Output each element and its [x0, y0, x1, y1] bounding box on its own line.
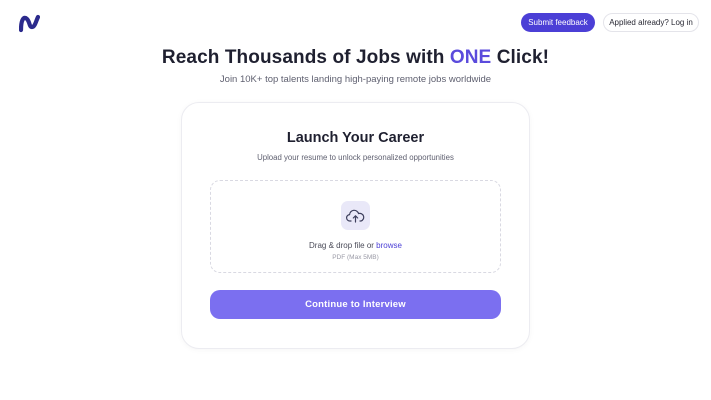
hero-title-accent: ONE	[449, 47, 492, 68]
submit-feedback-button[interactable]: Submit feedback	[521, 13, 595, 32]
brand-logo[interactable]	[19, 13, 40, 33]
continue-to-interview-button[interactable]: Continue to Interview	[210, 290, 501, 319]
login-button[interactable]: Applied already? Log in	[603, 13, 699, 32]
hero-title: Reach Thousands of Jobs with ONE Click!	[0, 47, 711, 69]
hero-subtitle: Join 10K+ top talents landing high-payin…	[219, 74, 492, 85]
dropzone-text: Drag & drop file or browse	[0, 241, 711, 250]
cloud-upload-icon	[346, 209, 365, 223]
hero-title-after: Click!	[491, 47, 550, 68]
file-hint: PDF (Max 5MB)	[332, 254, 379, 261]
browse-link[interactable]: browse	[376, 241, 402, 250]
dropzone-instruction: Drag & drop file or	[309, 241, 377, 250]
card-title: Launch Your Career	[286, 130, 425, 146]
hero-title-before: Reach Thousands of Jobs with	[161, 47, 450, 68]
upload-icon-box[interactable]	[341, 201, 370, 230]
card-subtitle: Upload your resume to unlock personalize…	[257, 153, 454, 162]
